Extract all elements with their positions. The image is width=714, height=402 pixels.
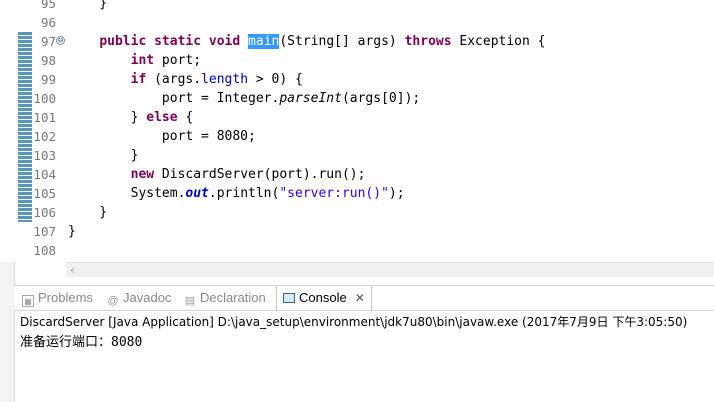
close-icon[interactable]: ✕ <box>355 291 365 305</box>
line-number: 108 <box>33 243 56 258</box>
line-number: 95 <box>40 0 56 11</box>
line-number: 104 <box>33 167 56 182</box>
code-line[interactable]: 102 port = 8080; <box>0 127 714 146</box>
line-number: 105 <box>33 186 56 201</box>
code-line[interactable]: 103 } <box>0 146 714 165</box>
tab-javadoc[interactable]: @ Javadoc <box>107 286 171 310</box>
problems-icon: ▦ <box>22 295 34 307</box>
code-text: } <box>68 148 139 163</box>
code-text: int port; <box>130 53 202 68</box>
code-text: } <box>68 0 108 11</box>
code-line[interactable]: 98 int port; <box>0 51 714 70</box>
line-number: 103 <box>33 148 56 163</box>
fold-collapse-icon[interactable]: ⊖ <box>56 36 65 46</box>
tab-declaration[interactable]: ▤ Declaration <box>184 286 266 310</box>
horizontal-scrollbar[interactable]: ‹ <box>66 262 714 277</box>
code-text: } <box>68 205 108 220</box>
code-editor[interactable]: 95 } 96 97 ⊖ public static void main(Str… <box>0 0 714 262</box>
code-text: port = Integer.parseInt(args[0]); <box>68 91 421 106</box>
code-line[interactable]: 104 new DiscardServer(port).run(); <box>0 165 714 184</box>
scroll-left-arrow-icon[interactable]: ‹ <box>70 263 75 277</box>
code-text: System.out.println("server:run()"); <box>68 186 405 201</box>
code-text: } else { <box>68 110 194 125</box>
line-number: 101 <box>33 110 56 125</box>
declaration-icon: ▤ <box>184 295 196 307</box>
line-number: 96 <box>40 15 56 30</box>
code-line[interactable]: 101 } else { <box>0 108 714 127</box>
code-line[interactable]: 108 <box>0 241 714 260</box>
line-number: 100 <box>33 91 56 106</box>
console-icon <box>283 293 295 303</box>
line-number: 97 <box>40 34 56 49</box>
tab-console[interactable]: Console ✕ <box>276 286 372 310</box>
code-line[interactable]: 95 } <box>0 0 714 13</box>
code-line[interactable]: 97 ⊖ public static void main(String[] ar… <box>0 32 714 51</box>
tab-problems[interactable]: ▦ Problems <box>22 286 93 310</box>
code-text: port = 8080; <box>68 129 256 144</box>
bottom-panel-tabs: ▦ Problems @ Javadoc ▤ Declaration Console ✕ <box>14 285 714 311</box>
code-text: new DiscardServer(port).run(); <box>130 167 366 182</box>
code-text: public static void main(String[] args) t… <box>99 34 546 49</box>
line-number: 99 <box>40 72 56 87</box>
javadoc-at-icon: @ <box>107 295 119 307</box>
code-text: if (args.length > 0) { <box>130 72 303 87</box>
code-text: } <box>68 224 76 239</box>
line-number: 98 <box>40 53 56 68</box>
code-line[interactable]: 96 <box>0 13 714 32</box>
code-line[interactable]: 107 } <box>0 222 714 241</box>
console-process-title: DiscardServer [Java Application] D:\java… <box>20 315 688 329</box>
code-line[interactable]: 100 port = Integer.parseInt(args[0]); <box>0 89 714 108</box>
line-number: 106 <box>33 205 56 220</box>
code-line[interactable]: 105 System.out.println("server:run()"); <box>0 184 714 203</box>
line-number: 102 <box>33 129 56 144</box>
code-line[interactable]: 99 if (args.length > 0) { <box>0 70 714 89</box>
line-number: 107 <box>33 224 56 239</box>
code-line[interactable]: 106 } <box>0 203 714 222</box>
console-output[interactable]: 准备运行端口：8080 <box>20 331 142 350</box>
